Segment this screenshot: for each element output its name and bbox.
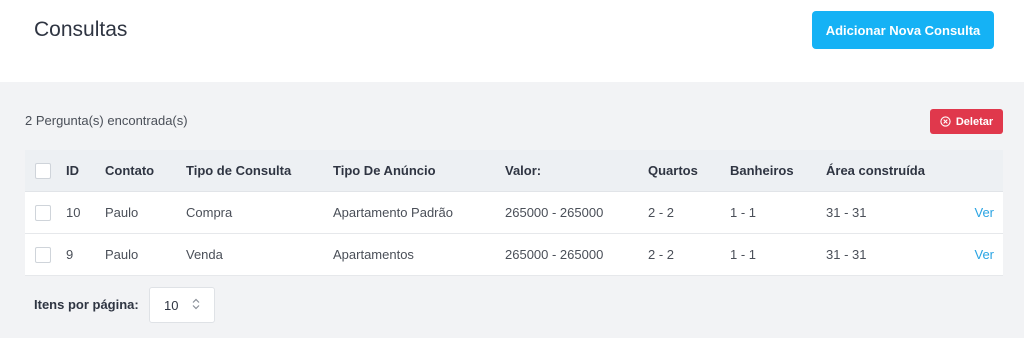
cell-valor: 265000 - 265000 — [505, 205, 604, 220]
items-per-page-label: Itens por página: — [34, 297, 139, 312]
column-header-id[interactable]: ID — [66, 150, 79, 191]
cell-banheiros: 1 - 1 — [730, 247, 757, 262]
cell-id: 10 — [66, 205, 81, 220]
column-header-valor[interactable]: Valor: — [505, 150, 541, 191]
cell-tipo-consulta: Venda — [186, 247, 223, 262]
column-header-tipo-anuncio[interactable]: Tipo De Anúncio — [333, 150, 436, 191]
table-row: 9 Paulo Venda Apartamentos 265000 - 2650… — [25, 234, 1003, 276]
row-checkbox[interactable] — [35, 246, 51, 263]
cell-tipo-anuncio: Apartamentos — [333, 247, 414, 262]
add-consulta-button[interactable]: Adicionar Nova Consulta — [812, 11, 994, 49]
delete-button[interactable]: Deletar — [930, 109, 1003, 134]
cell-banheiros: 1 - 1 — [730, 205, 757, 220]
items-per-page-select[interactable]: 10 — [149, 287, 215, 323]
cell-tipo-consulta: Compra — [186, 205, 233, 220]
cell-quartos: 2 - 2 — [648, 247, 675, 262]
cell-id: 9 — [66, 247, 74, 262]
chevron-updown-icon — [192, 298, 200, 313]
column-header-area[interactable]: Área construída — [826, 150, 925, 191]
column-header-banheiros[interactable]: Banheiros — [730, 150, 794, 191]
select-all-cell — [35, 150, 51, 191]
table-row: 10 Paulo Compra Apartamento Padrão 26500… — [25, 192, 1003, 234]
column-header-quartos[interactable]: Quartos — [648, 150, 698, 191]
cell-quartos: 2 - 2 — [648, 205, 675, 220]
page-title: Consultas — [34, 18, 128, 41]
table-header-row: ID Contato Tipo de Consulta Tipo De Anún… — [25, 150, 1003, 192]
items-per-page-value: 10 — [164, 297, 179, 313]
consultas-table: ID Contato Tipo de Consulta Tipo De Anún… — [25, 150, 1003, 276]
row-select-cell — [35, 192, 51, 233]
results-count: 2 Pergunta(s) encontrada(s) — [25, 113, 188, 128]
circle-x-icon — [940, 116, 951, 127]
cell-tipo-anuncio: Apartamento Padrão — [333, 205, 453, 220]
column-header-contato[interactable]: Contato — [105, 150, 154, 191]
row-select-cell — [35, 234, 51, 275]
delete-button-label: Deletar — [955, 115, 994, 128]
column-header-tipo-consulta[interactable]: Tipo de Consulta — [186, 150, 291, 191]
top-bar: Consultas Adicionar Nova Consulta — [0, 0, 1024, 82]
view-link[interactable]: Ver — [974, 234, 994, 275]
row-checkbox[interactable] — [35, 204, 51, 221]
view-link[interactable]: Ver — [974, 192, 994, 233]
cell-valor: 265000 - 265000 — [505, 247, 604, 262]
cell-contato: Paulo — [105, 205, 139, 220]
cell-area: 31 - 31 — [826, 205, 867, 220]
cell-contato: Paulo — [105, 247, 139, 262]
cell-area: 31 - 31 — [826, 247, 867, 262]
select-all-checkbox[interactable] — [35, 162, 51, 179]
